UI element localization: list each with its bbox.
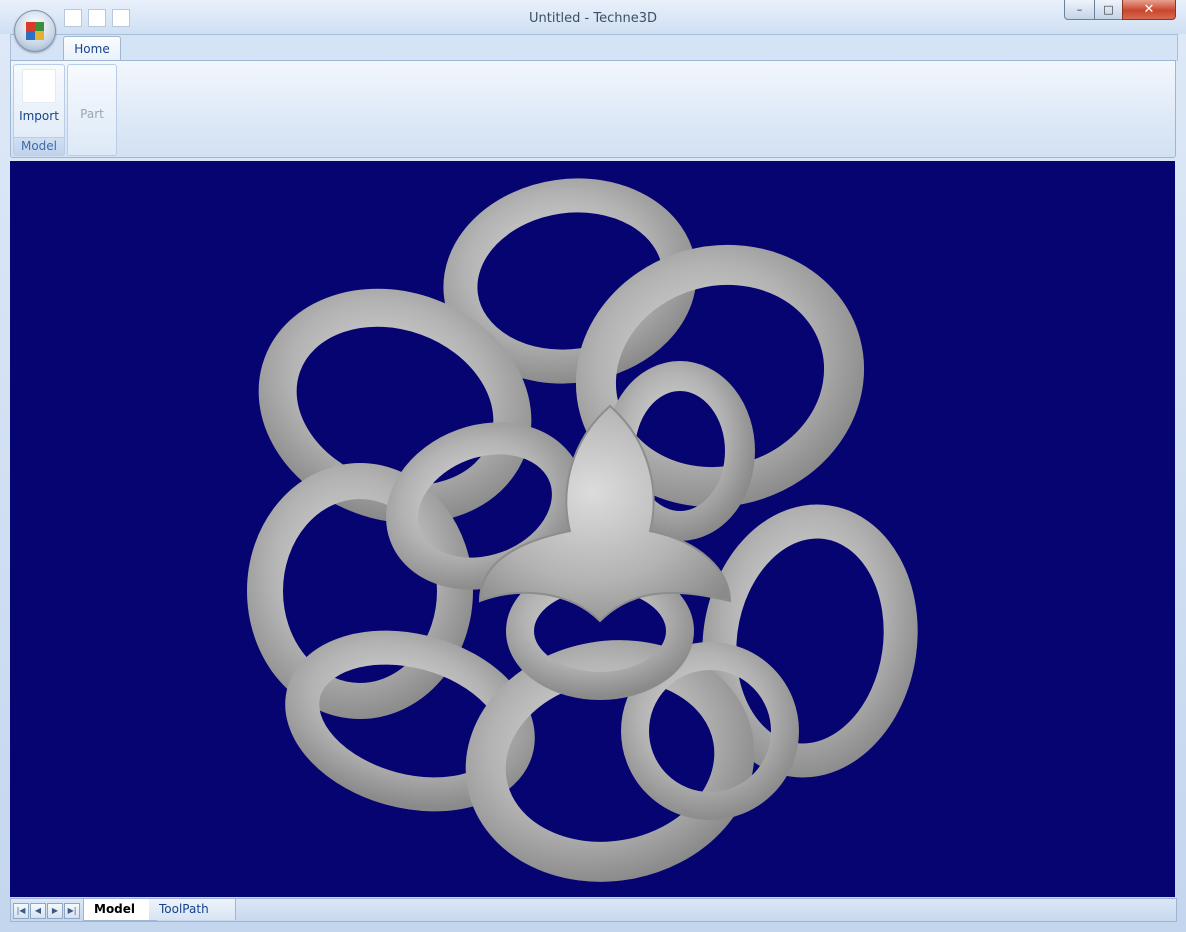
minimize-button[interactable]: –: [1064, 0, 1095, 20]
tab-model[interactable]: Model: [83, 899, 157, 921]
import-button[interactable]: Import: [17, 67, 61, 127]
tab-home[interactable]: Home: [63, 36, 121, 63]
application-window: Untitled - Techne3D – □ ✕ Home Import Mo…: [0, 0, 1186, 932]
tab-toolpath[interactable]: ToolPath: [149, 899, 236, 920]
3d-viewport[interactable]: [10, 161, 1175, 897]
first-icon: |◀: [16, 906, 26, 915]
maximize-icon: □: [1103, 3, 1114, 16]
window-title: Untitled - Techne3D: [528, 11, 657, 26]
sheet-tab-bar: |◀ ◀ ▶ ▶| Model ToolPath: [10, 898, 1177, 922]
maximize-button[interactable]: □: [1094, 0, 1123, 20]
part-button[interactable]: Part: [68, 67, 116, 127]
title-bar: Untitled - Techne3D – □ ✕: [0, 0, 1186, 34]
import-icon: [22, 69, 56, 103]
ribbon-group-part: Part: [67, 64, 117, 156]
group-label-model: Model: [14, 137, 64, 155]
ribbon-group-model: Import Model: [13, 64, 65, 156]
app-logo-icon: [26, 22, 44, 40]
last-icon: ▶|: [67, 906, 77, 915]
last-sheet-button[interactable]: ▶|: [64, 903, 80, 919]
application-menu-button[interactable]: [14, 10, 56, 52]
part-label: Part: [80, 107, 104, 121]
next-sheet-button[interactable]: ▶: [47, 903, 63, 919]
first-sheet-button[interactable]: |◀: [13, 903, 29, 919]
3d-model-render: [247, 178, 918, 882]
import-label: Import: [19, 109, 59, 123]
previous-icon: ◀: [34, 906, 42, 915]
ribbon-panel: Import Model Part: [10, 60, 1176, 158]
ribbon-tab-row: Home: [10, 34, 1178, 63]
previous-sheet-button[interactable]: ◀: [30, 903, 46, 919]
minimize-icon: –: [1076, 3, 1083, 16]
next-icon: ▶: [51, 906, 59, 915]
close-button[interactable]: ✕: [1122, 0, 1176, 20]
close-icon: ✕: [1143, 2, 1155, 17]
